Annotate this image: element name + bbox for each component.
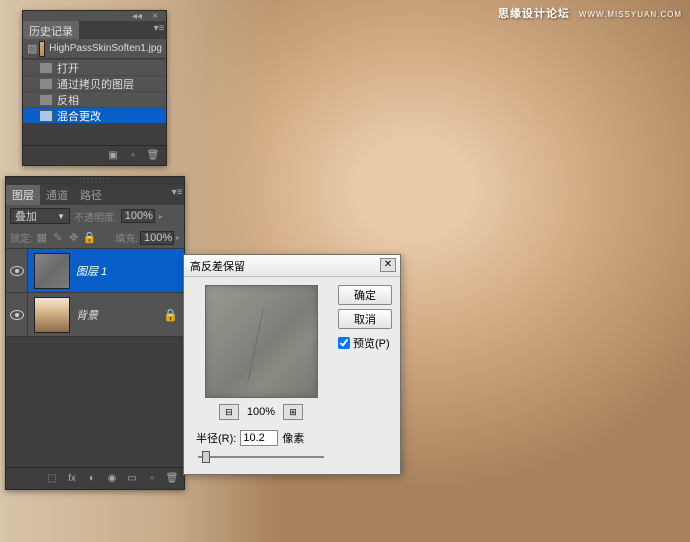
snapshot-icon[interactable]: ▣: [106, 149, 120, 163]
eye-icon: [10, 266, 24, 276]
panel-controls: ◂◂ ×: [23, 11, 166, 21]
panel-grip[interactable]: ::::::::: [6, 177, 184, 185]
watermark-text: 思缘设计论坛 WWW.MISSYUAN.COM: [498, 4, 682, 21]
radius-slider[interactable]: [192, 448, 330, 466]
opacity-value[interactable]: 100%: [121, 209, 155, 223]
adjustment-icon[interactable]: ◉: [104, 472, 120, 486]
step-icon: [39, 78, 53, 90]
lock-transparency-icon[interactable]: ▦: [35, 231, 49, 245]
radius-unit: 像素: [282, 430, 304, 446]
history-step-label: 通过拷贝的图层: [57, 76, 134, 92]
step-icon: [39, 110, 53, 122]
layer-row-selected[interactable]: 图层 1: [6, 249, 184, 293]
zoom-out-button[interactable]: ⊟: [219, 404, 239, 420]
tab-channels[interactable]: 通道: [40, 185, 74, 205]
history-tab[interactable]: 历史记录: [23, 21, 79, 39]
layers-panel[interactable]: :::::::: 图层 通道 路径 ▾≡ 叠加▼ 不透明度: 100% ▸ 锁定…: [5, 176, 185, 490]
layers-footer: ⬚ fx ◐ ◉ ▭ ▫ 🗑: [6, 467, 184, 489]
cancel-button[interactable]: 取消: [338, 309, 392, 329]
layer-thumbnail[interactable]: [34, 297, 70, 333]
history-footer: ▣ ▫ 🗑: [23, 145, 166, 165]
lock-move-icon[interactable]: ✥: [67, 231, 81, 245]
dialog-titlebar[interactable]: 高反差保留 ✕: [184, 255, 400, 277]
visibility-toggle[interactable]: [6, 293, 28, 336]
close-button[interactable]: ✕: [380, 258, 396, 272]
layer-thumbnail[interactable]: [34, 253, 70, 289]
preview-checkbox[interactable]: [338, 337, 350, 349]
history-list: 打开 通过拷贝的图层 反相 混合更改: [23, 59, 166, 123]
filter-preview[interactable]: [205, 285, 318, 398]
link-icon[interactable]: ⬚: [44, 472, 60, 486]
new-layer-icon[interactable]: ▫: [144, 472, 160, 486]
radius-input[interactable]: [240, 430, 278, 446]
lock-icon: 🔒: [163, 308, 178, 322]
radius-label: 半径(R):: [196, 430, 236, 446]
brush-icon: ▨: [27, 42, 37, 55]
dialog-title-text: 高反差保留: [190, 258, 245, 274]
layer-name[interactable]: 图层 1: [76, 263, 107, 279]
history-item-selected[interactable]: 混合更改: [23, 107, 166, 123]
fx-icon[interactable]: fx: [64, 472, 80, 486]
tab-paths[interactable]: 路径: [74, 185, 108, 205]
history-panel[interactable]: ◂◂ × 历史记录 ▾≡ ▨ HighPassSkinSoften1.jpg 打…: [22, 10, 167, 166]
document-filename: HighPassSkinSoften1.jpg: [49, 43, 162, 54]
trash-icon[interactable]: 🗑: [164, 472, 180, 486]
slider-thumb[interactable]: [202, 451, 210, 463]
trash-icon[interactable]: 🗑: [146, 149, 160, 163]
collapse-icon[interactable]: ◂◂: [130, 9, 144, 23]
fill-value[interactable]: 100%: [140, 231, 174, 245]
history-document-row[interactable]: ▨ HighPassSkinSoften1.jpg: [23, 39, 166, 59]
panel-menu-icon[interactable]: ▾≡: [170, 185, 184, 199]
preview-checkbox-row[interactable]: 预览(P): [338, 335, 392, 351]
fill-label: 填充:: [115, 230, 138, 245]
tab-layers[interactable]: 图层: [6, 185, 40, 205]
eye-icon: [10, 310, 24, 320]
zoom-in-button[interactable]: ⊞: [283, 404, 303, 420]
lock-all-icon[interactable]: 🔒: [83, 231, 97, 245]
blend-mode-select[interactable]: 叠加▼: [10, 208, 70, 224]
history-step-label: 打开: [57, 60, 79, 76]
history-step-label: 混合更改: [57, 108, 101, 124]
history-item[interactable]: 通过拷贝的图层: [23, 75, 166, 91]
mask-icon[interactable]: ◐: [84, 472, 100, 486]
opacity-label: 不透明度:: [74, 209, 117, 224]
new-icon[interactable]: ▫: [126, 149, 140, 163]
zoom-level: 100%: [247, 406, 275, 418]
step-icon: [39, 62, 53, 74]
step-icon: [39, 94, 53, 106]
high-pass-dialog[interactable]: 高反差保留 ✕ ⊟ 100% ⊞ 半径(R): 像素 确定 取: [183, 254, 401, 475]
layer-row[interactable]: 背景 🔒: [6, 293, 184, 337]
history-item[interactable]: 反相: [23, 91, 166, 107]
document-thumbnail: [39, 41, 45, 57]
panel-menu-icon[interactable]: ▾≡: [152, 21, 166, 35]
visibility-toggle[interactable]: [6, 249, 28, 292]
layer-name[interactable]: 背景: [76, 307, 98, 323]
ok-button[interactable]: 确定: [338, 285, 392, 305]
preview-label: 预览(P): [353, 335, 390, 351]
lock-brush-icon[interactable]: ✎: [51, 231, 65, 245]
lock-label: 锁定:: [10, 230, 33, 245]
history-item[interactable]: 打开: [23, 59, 166, 75]
history-step-label: 反相: [57, 92, 79, 108]
group-icon[interactable]: ▭: [124, 472, 140, 486]
